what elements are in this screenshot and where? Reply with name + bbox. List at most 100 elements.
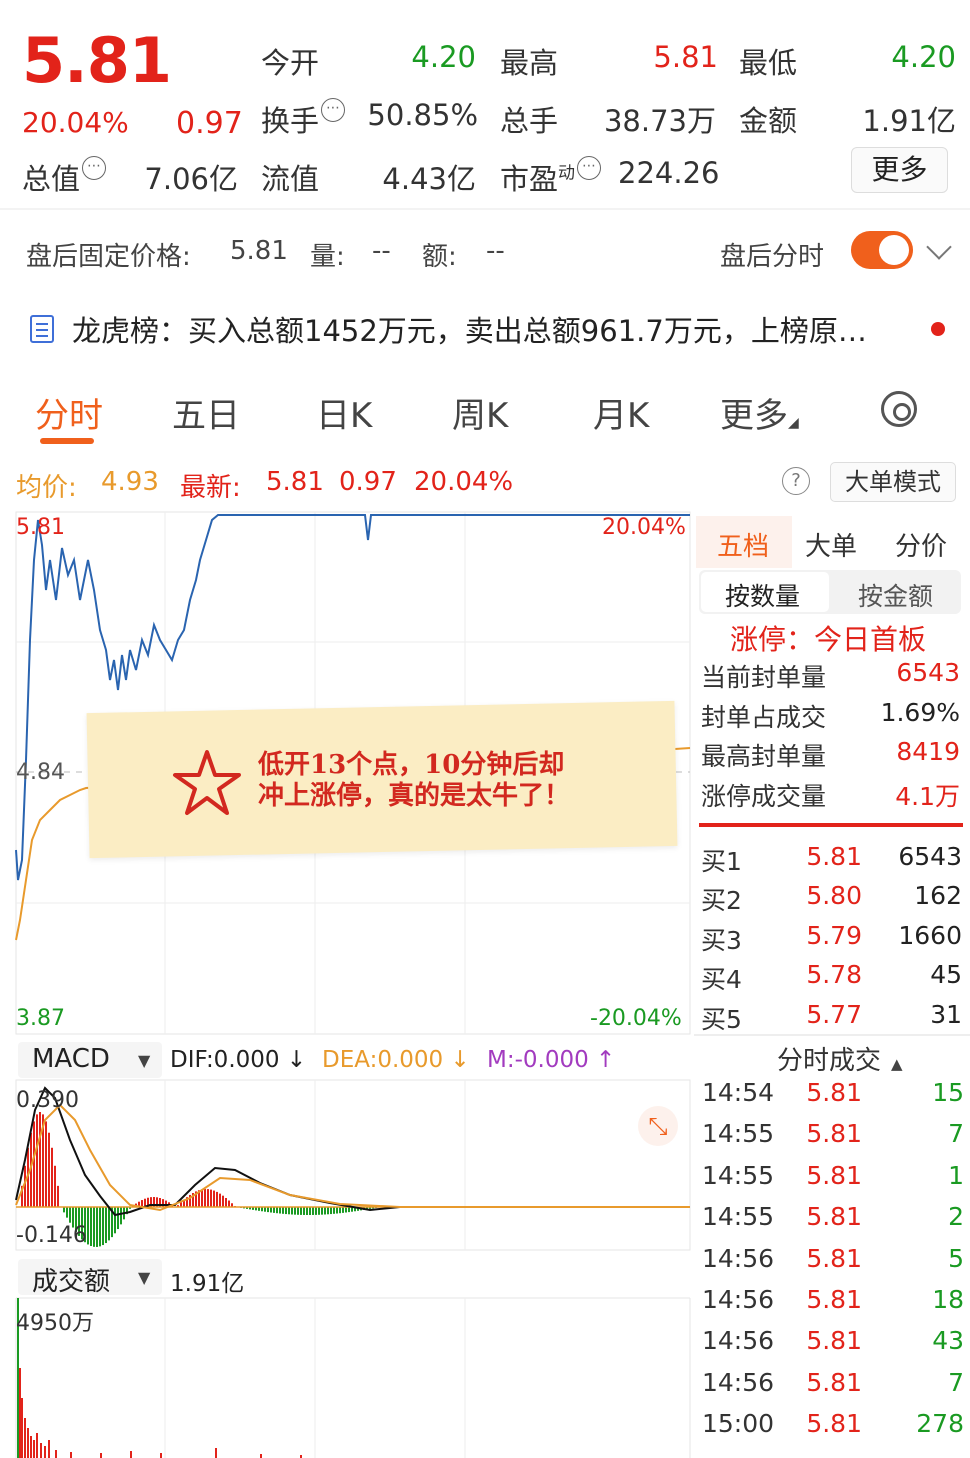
macd-bar	[204, 1189, 206, 1207]
dea-line	[15, 1103, 690, 1212]
macd-bar	[339, 1207, 341, 1214]
macd-bar	[333, 1207, 335, 1214]
tick-price: 5.81	[806, 1367, 862, 1397]
ticks-title[interactable]: 分时成交 ▲	[777, 1040, 903, 1077]
expand-icon[interactable]: ⤡	[638, 1106, 678, 1146]
volume-bar	[40, 1443, 42, 1458]
bid-level-price: 5.79	[806, 920, 862, 950]
seg-by-amount[interactable]: 按金额	[858, 577, 933, 613]
dropdown-icon: ▼	[138, 1268, 151, 1287]
chart-bottom-pct: -20.04%	[590, 1006, 682, 1031]
volume-bar	[33, 1440, 35, 1458]
macd-bar	[48, 1132, 50, 1207]
macd-bar	[312, 1207, 314, 1215]
macd-bar	[207, 1189, 209, 1207]
volume-bar	[160, 1453, 162, 1458]
macd-bar	[270, 1207, 272, 1213]
dea-value: DEA:0.000 ↓	[322, 1047, 470, 1073]
limit-up-title: 涨停：今日首板	[730, 623, 927, 656]
macd-bar	[117, 1207, 119, 1230]
macd-bar	[63, 1207, 65, 1213]
macd-bar	[57, 1185, 59, 1207]
bid-level-volume: 6543	[898, 842, 962, 871]
limit-stat-label: 涨停成交量	[701, 781, 827, 811]
tab-five-levels[interactable]: 五档	[717, 526, 769, 563]
tick-time: 14:55	[702, 1202, 775, 1232]
tick-volume: 7	[948, 1367, 964, 1397]
bid-level-label: 买5	[701, 1004, 742, 1034]
tick-time: 14:56	[702, 1367, 775, 1397]
limit-stat-value: 4.1万	[895, 781, 960, 811]
volume-bar	[36, 1433, 38, 1458]
macd-bottom: -0.146	[16, 1223, 87, 1248]
macd-bar	[114, 1207, 116, 1234]
macd-bar	[306, 1207, 308, 1215]
tick-price: 5.81	[806, 1119, 862, 1149]
tab-big-orders[interactable]: 大单	[805, 526, 857, 563]
dropdown-icon: ▼	[138, 1051, 151, 1070]
macd-bar	[336, 1207, 338, 1214]
tick-price: 5.81	[806, 1202, 862, 1232]
macd-bar	[279, 1207, 281, 1214]
macd-bar	[213, 1190, 215, 1207]
macd-bar	[294, 1207, 296, 1215]
volume-bar	[55, 1450, 57, 1458]
macd-bar	[297, 1207, 299, 1215]
bid-level-price: 5.77	[806, 999, 862, 1029]
chart-top-price: 5.81	[16, 515, 65, 540]
volume-bar	[27, 1428, 29, 1458]
macd-bar	[54, 1165, 56, 1207]
tick-price: 5.81	[806, 1285, 862, 1314]
volume-bar	[21, 1398, 23, 1458]
tick-price: 5.81	[806, 1409, 862, 1439]
caret-up-icon: ▲	[891, 1055, 903, 1073]
macd-bar	[165, 1200, 167, 1207]
macd-bar	[282, 1207, 284, 1214]
volume-bar	[100, 1453, 102, 1458]
tick-price: 5.81	[806, 1078, 862, 1107]
bid-level-volume: 162	[914, 881, 962, 911]
tick-volume: 7	[948, 1119, 964, 1149]
macd-bar	[69, 1207, 71, 1223]
tick-volume: 15	[932, 1078, 964, 1107]
volume-bar	[19, 1368, 21, 1458]
annotation-line-1: 低开13个点，10分钟后却	[258, 750, 565, 780]
macd-bar	[33, 1121, 35, 1207]
dif-line	[15, 1086, 690, 1217]
macd-bar	[291, 1207, 293, 1215]
bid-level-volume: 31	[930, 999, 962, 1029]
annotation-text: 低开13个点，10分钟后却 冲上涨停，真的是太牛了！	[258, 750, 570, 812]
bid-level-label: 买3	[701, 925, 742, 955]
seg-by-quantity[interactable]: 按数量	[725, 577, 800, 613]
chart-bottom-price: 3.87	[16, 1006, 65, 1031]
bid-level-volume: 1660	[898, 920, 962, 950]
tick-time: 14:54	[702, 1078, 775, 1107]
tick-time: 15:00	[702, 1409, 775, 1439]
bid-level-price: 5.80	[806, 881, 862, 911]
macd-selector-label: MACD	[32, 1044, 110, 1074]
macd-bar	[300, 1207, 302, 1215]
ticks-title-label: 分时成交	[777, 1046, 882, 1076]
macd-bar	[309, 1207, 311, 1215]
macd-bar	[105, 1207, 107, 1244]
limit-stat-label: 最高封单量	[701, 742, 827, 771]
tick-volume: 43	[932, 1326, 964, 1356]
tick-price: 5.81	[806, 1243, 862, 1273]
macd-histogram	[16, 1112, 690, 1247]
macd-bar	[315, 1207, 317, 1215]
volume-selector-label: 成交额	[32, 1267, 111, 1297]
bid-level-label: 买4	[701, 965, 742, 995]
macd-bar	[303, 1207, 305, 1215]
volume-bar	[44, 1446, 46, 1458]
macd-bar	[120, 1207, 122, 1225]
tab-price-dist[interactable]: 分价	[895, 526, 947, 563]
macd-bar	[66, 1207, 68, 1218]
macd-bar	[93, 1207, 95, 1247]
volume-top: 4950万	[16, 1311, 94, 1336]
bid-level-label: 买1	[701, 847, 742, 876]
macd-bar	[51, 1147, 53, 1207]
tick-price: 5.81	[806, 1326, 862, 1356]
tick-time: 14:55	[702, 1119, 775, 1149]
tick-price: 5.81	[806, 1160, 862, 1190]
m-value: M:-0.000 ↑	[487, 1047, 616, 1073]
